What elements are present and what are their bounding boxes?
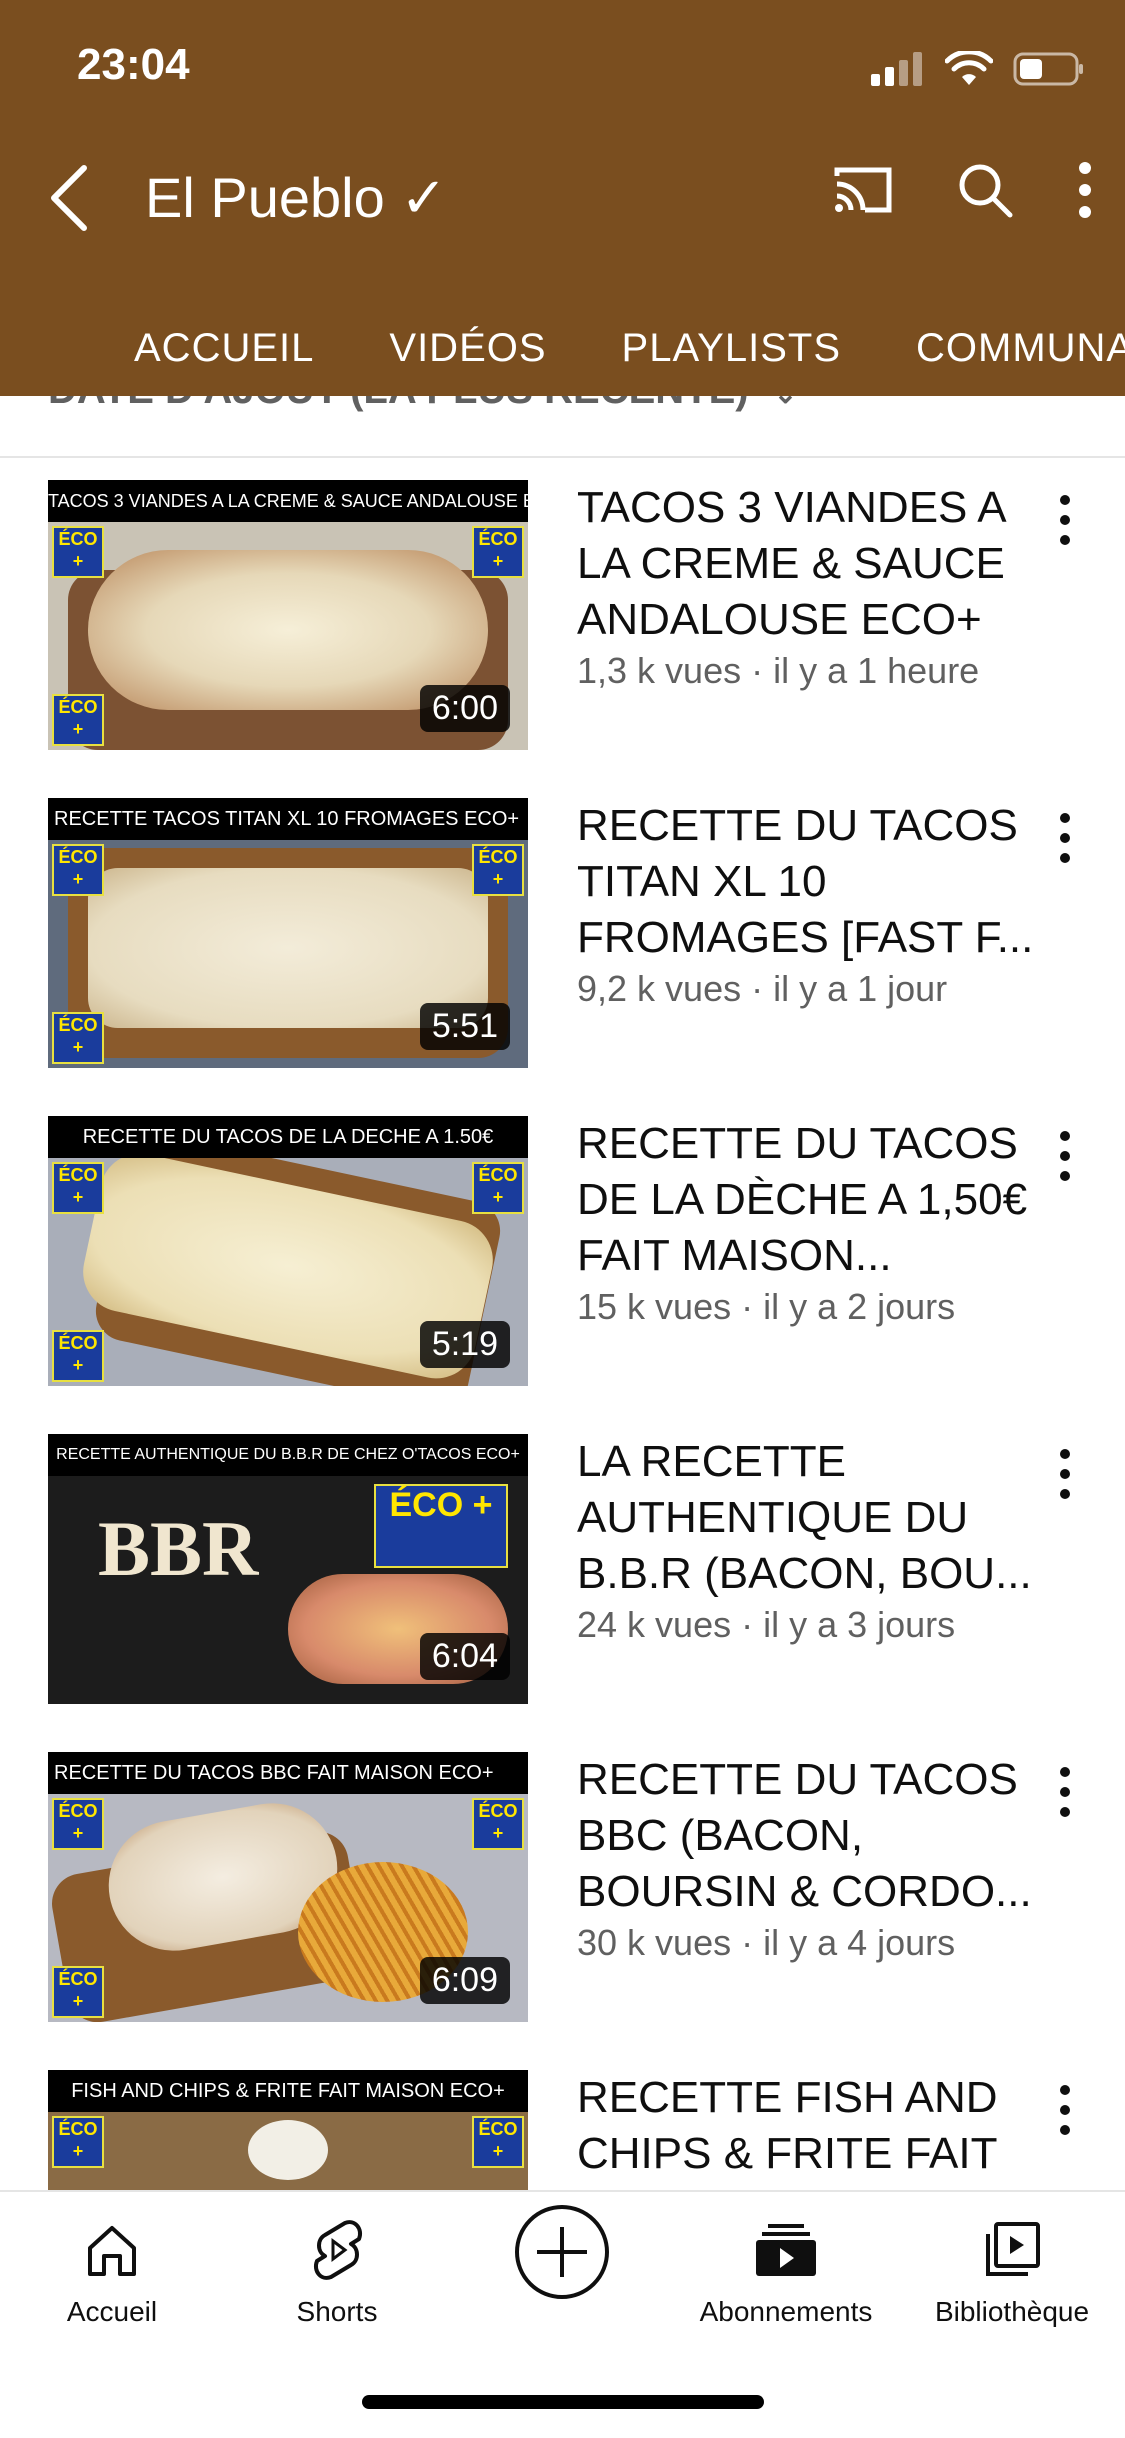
video-item[interactable]: RECETTE AUTHENTIQUE DU B.B.R DE CHEZ O'T… bbox=[0, 1434, 1125, 1714]
tab-accueil[interactable]: ACCUEIL bbox=[134, 326, 314, 371]
battery-icon bbox=[1013, 52, 1083, 86]
tab-communaute[interactable]: COMMUNAUTÉ bbox=[916, 326, 1125, 371]
video-meta: 1,3 k vues · il y a 1 heure bbox=[577, 650, 980, 691]
video-duration: 6:09 bbox=[419, 1957, 510, 2004]
eco-logo: ÉCO + bbox=[52, 526, 104, 578]
eco-logo: ÉCO + bbox=[52, 2116, 104, 2168]
eco-logo: ÉCO + bbox=[52, 844, 104, 896]
video-title[interactable]: RECETTE DU TACOS DE LA DÈCHE A 1,50€ FAI… bbox=[577, 1116, 1037, 1284]
tab-videos[interactable]: VIDÉOS bbox=[389, 326, 546, 371]
shorts-icon bbox=[314, 2220, 362, 2280]
eco-logo: ÉCO + bbox=[52, 1798, 104, 1850]
tab-playlists[interactable]: PLAYLISTS bbox=[622, 326, 841, 371]
video-meta: 24 k vues · il y a 3 jours bbox=[577, 1604, 956, 1645]
home-indicator[interactable] bbox=[362, 2395, 764, 2409]
bbr-logo: BBR bbox=[98, 1505, 259, 1592]
eco-logo: ÉCO + bbox=[472, 526, 524, 578]
video-duration: 5:51 bbox=[419, 1003, 510, 1050]
status-time: 23:04 bbox=[77, 40, 190, 89]
back-arrow-icon[interactable] bbox=[40, 160, 100, 236]
video-meta: 9,2 k vues · il y a 1 jour bbox=[577, 968, 948, 1009]
eco-logo: ÉCO + bbox=[52, 694, 104, 746]
thumbnail-banner: FISH AND CHIPS & FRITE FAIT MAISON ECO+ bbox=[48, 2070, 528, 2112]
video-meta: 15 k vues · il y a 2 jours bbox=[577, 1286, 956, 1327]
eco-logo: ÉCO + bbox=[472, 1162, 524, 1214]
video-title[interactable]: LA RECETTE AUTHENTIQUE DU B.B.R (BACON, … bbox=[577, 1434, 1037, 1602]
more-options-icon[interactable] bbox=[1075, 160, 1095, 220]
nav-create[interactable] bbox=[462, 2204, 662, 2300]
home-icon bbox=[88, 2226, 136, 2276]
nav-label: Accueil bbox=[66, 2296, 158, 2327]
nav-accueil[interactable]: Accueil bbox=[12, 2210, 212, 2328]
eco-logo: ÉCO + bbox=[52, 1162, 104, 1214]
video-more-icon[interactable] bbox=[1045, 490, 1085, 550]
library-icon bbox=[986, 2222, 1040, 2276]
search-icon[interactable] bbox=[955, 160, 1015, 220]
channel-title: El Pueblo ✓ bbox=[145, 166, 448, 229]
thumbnail-food bbox=[248, 2120, 328, 2180]
cellular-signal-icon bbox=[871, 52, 922, 86]
video-item[interactable]: RECETTE DU TACOS BBC FAIT MAISON ECO+ ÉC… bbox=[0, 1752, 1125, 2032]
video-duration: 5:19 bbox=[419, 1321, 510, 1368]
status-icons bbox=[871, 44, 1085, 94]
eco-logo: ÉCO + bbox=[472, 2116, 524, 2168]
nav-bibliotheque[interactable]: Bibliothèque bbox=[912, 2210, 1112, 2328]
nav-label: Bibliothèque bbox=[934, 2296, 1090, 2327]
nav-label: Abonnements bbox=[699, 2296, 873, 2327]
eco-logo: ÉCO + bbox=[52, 1012, 104, 1064]
video-thumbnail[interactable]: TACOS 3 VIANDES A LA CREME & SAUCE ANDAL… bbox=[48, 480, 528, 750]
thumbnail-banner: RECETTE TACOS TITAN XL 10 FROMAGES ECO+ bbox=[48, 798, 528, 840]
eco-logo: ÉCO + bbox=[472, 1798, 524, 1850]
eco-logo: ÉCO + bbox=[52, 1330, 104, 1382]
add-icon bbox=[515, 2205, 609, 2299]
channel-tabs: ACCUEIL VIDÉOS PLAYLISTS COMMUNAUTÉ bbox=[0, 300, 1125, 396]
video-more-icon[interactable] bbox=[1045, 1444, 1085, 1504]
cast-icon[interactable] bbox=[831, 164, 895, 216]
nav-label: Shorts bbox=[296, 2296, 378, 2327]
video-item[interactable]: RECETTE TACOS TITAN XL 10 FROMAGES ECO+ … bbox=[0, 798, 1125, 1078]
eco-logo: ÉCO + bbox=[374, 1484, 508, 1568]
video-thumbnail[interactable]: RECETTE AUTHENTIQUE DU B.B.R DE CHEZ O'T… bbox=[48, 1434, 528, 1704]
nav-shorts[interactable]: Shorts bbox=[237, 2210, 437, 2328]
video-title[interactable]: RECETTE FISH AND CHIPS & FRITE FAIT bbox=[577, 2070, 1037, 2182]
video-duration: 6:00 bbox=[419, 685, 510, 732]
thumbnail-banner: RECETTE AUTHENTIQUE DU B.B.R DE CHEZ O'T… bbox=[48, 1434, 528, 1476]
video-more-icon[interactable] bbox=[1045, 1126, 1085, 1186]
channel-header: 23:04 El Pueblo ✓ ACCUEIL VIDÉOS PLAYLIS… bbox=[0, 0, 1125, 396]
video-thumbnail[interactable]: RECETTE DU TACOS BBC FAIT MAISON ECO+ ÉC… bbox=[48, 1752, 528, 2022]
video-list: TACOS 3 VIANDES A LA CREME & SAUCE ANDAL… bbox=[0, 480, 1125, 2190]
thumbnail-banner: RECETTE DU TACOS BBC FAIT MAISON ECO+ bbox=[48, 1752, 528, 1794]
appbar-actions bbox=[831, 160, 1095, 220]
eco-logo: ÉCO + bbox=[52, 1966, 104, 2018]
video-meta: 30 k vues · il y a 4 jours bbox=[577, 1922, 956, 1963]
eco-logo: ÉCO + bbox=[472, 844, 524, 896]
wifi-icon bbox=[945, 51, 993, 85]
thumbnail-banner: TACOS 3 VIANDES A LA CREME & SAUCE ANDAL… bbox=[48, 480, 528, 522]
video-duration: 6:04 bbox=[419, 1633, 510, 1680]
video-title[interactable]: RECETTE DU TACOS TITAN XL 10 FROMAGES [F… bbox=[577, 798, 1037, 966]
video-item[interactable]: TACOS 3 VIANDES A LA CREME & SAUCE ANDAL… bbox=[0, 480, 1125, 760]
video-item[interactable]: FISH AND CHIPS & FRITE FAIT MAISON ECO+ … bbox=[0, 2070, 1125, 2190]
video-more-icon[interactable] bbox=[1045, 808, 1085, 868]
video-item[interactable]: RECETTE DU TACOS DE LA DECHE A 1.50€ ÉCO… bbox=[0, 1116, 1125, 1396]
video-title[interactable]: RECETTE DU TACOS BBC (BACON, BOURSIN & C… bbox=[577, 1752, 1037, 1920]
nav-abonnements[interactable]: Abonnements bbox=[686, 2210, 886, 2328]
video-title[interactable]: TACOS 3 VIANDES A LA CREME & SAUCE ANDAL… bbox=[577, 480, 1037, 648]
video-thumbnail[interactable]: RECETTE DU TACOS DE LA DECHE A 1.50€ ÉCO… bbox=[48, 1116, 528, 1386]
video-thumbnail[interactable]: FISH AND CHIPS & FRITE FAIT MAISON ECO+ … bbox=[48, 2070, 528, 2190]
video-more-icon[interactable] bbox=[1045, 1762, 1085, 1822]
video-thumbnail[interactable]: RECETTE TACOS TITAN XL 10 FROMAGES ECO+ … bbox=[48, 798, 528, 1068]
thumbnail-banner: RECETTE DU TACOS DE LA DECHE A 1.50€ bbox=[48, 1116, 528, 1158]
subscriptions-icon bbox=[756, 2224, 816, 2276]
video-more-icon[interactable] bbox=[1045, 2080, 1085, 2140]
